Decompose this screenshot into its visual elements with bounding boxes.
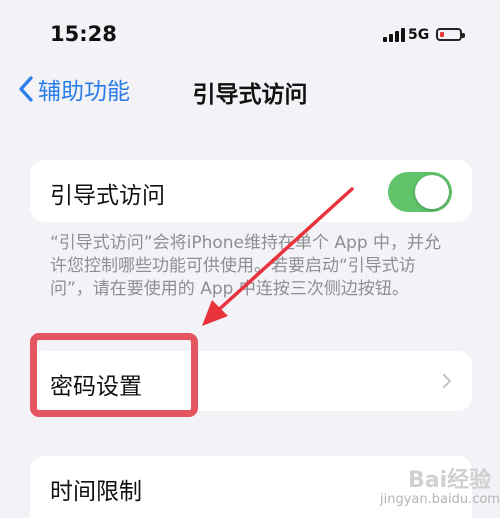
- guided-access-description: “引导式访问”会将iPhone维持在单个 App 中，并允许您控制哪些功能可供使…: [50, 233, 442, 299]
- signal-icon: [383, 28, 405, 42]
- guided-access-toggle[interactable]: [388, 172, 452, 212]
- guided-access-label: 引导式访问: [50, 183, 165, 209]
- highlight-box: [30, 333, 198, 417]
- toggle-knob: [415, 175, 449, 209]
- status-bar: 15:28 5G: [0, 0, 500, 60]
- navigation-bar: 辅助功能 引导式访问: [0, 60, 500, 120]
- watermark-url: jingyan.baidu.com: [380, 492, 500, 507]
- time-limits-label: 时间限制: [50, 479, 142, 505]
- baidu-watermark: Bai经验 jingyan.baidu.com: [380, 462, 500, 518]
- status-time: 15:28: [50, 22, 117, 46]
- page-title: 引导式访问: [192, 82, 308, 108]
- battery-icon: [436, 28, 465, 41]
- watermark-logo: Bai经验: [408, 468, 492, 493]
- network-type: 5G: [408, 27, 430, 43]
- chevron-right-icon: [443, 374, 451, 388]
- guided-access-row: 引导式访问: [30, 160, 472, 222]
